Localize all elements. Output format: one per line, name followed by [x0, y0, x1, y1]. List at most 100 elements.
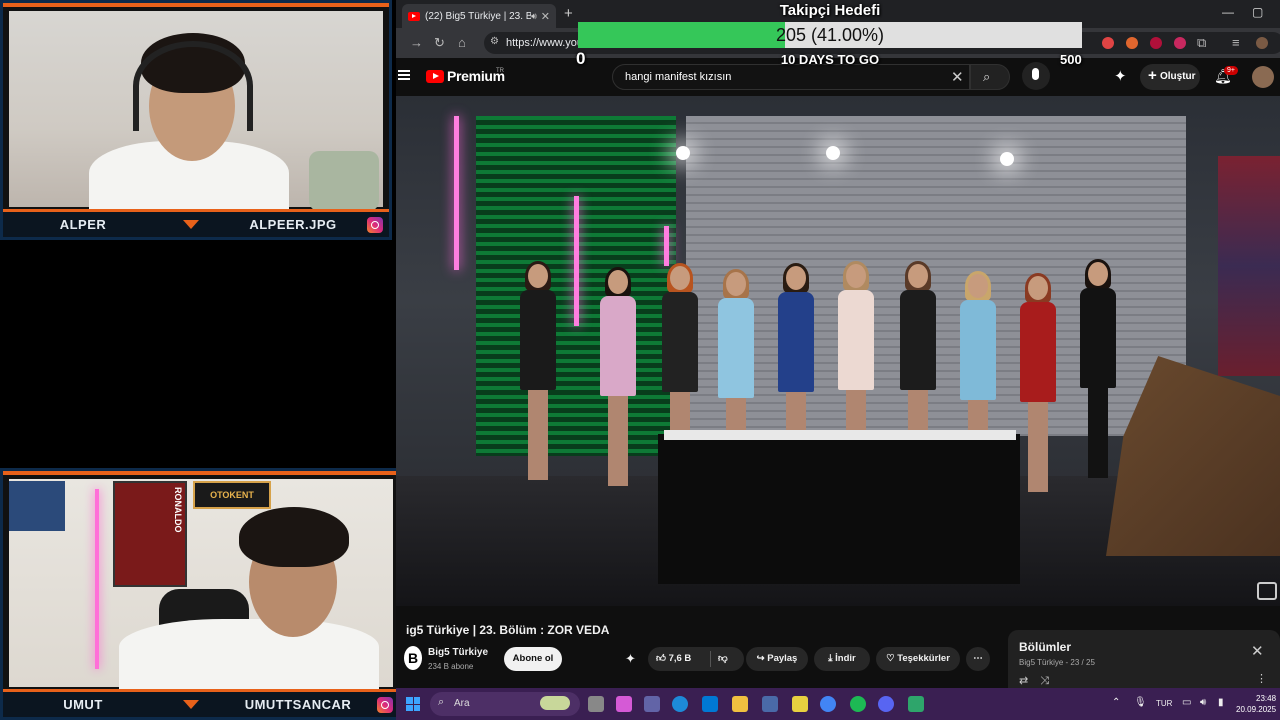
- scene-spotlight: [676, 146, 690, 160]
- forward-icon[interactable]: →: [410, 35, 423, 50]
- scene-spotlight: [826, 146, 840, 160]
- youtube-favicon-icon: [408, 11, 420, 21]
- create-label: Oluştur: [1160, 71, 1196, 82]
- led-strip: [95, 489, 99, 669]
- channel-subscribers: 234 B abone: [428, 662, 474, 671]
- tab-youtube[interactable]: (22) Big5 Türkiye | 23. Bölüm 🔊︎ ✕: [402, 4, 556, 28]
- webcam-bottom-namebar: UMUT UMUTTSANCAR: [3, 689, 399, 717]
- battery-icon[interactable]: ▮: [1218, 697, 1224, 708]
- site-info-icon[interactable]: ⚙: [490, 36, 499, 47]
- windows-taskbar: ⌕ Ara ⌃ 🎙︎ TUR ▭ 🔊︎ ▮ 23:48 20.09.2025: [396, 688, 1280, 720]
- account-avatar[interactable]: [1252, 66, 1274, 88]
- search-icon: ⌕: [983, 69, 991, 84]
- discord-icon[interactable]: [878, 696, 894, 712]
- streamer-handle: UMUTTSANCAR: [244, 697, 352, 712]
- speaker-icon[interactable]: 🔊︎: [531, 11, 537, 22]
- copilot-icon[interactable]: [616, 696, 632, 712]
- clock-date: 20.09.2025: [1236, 705, 1277, 714]
- volume-icon[interactable]: 🔊︎: [1200, 697, 1206, 708]
- ronaldo-poster: RONALDO: [113, 481, 187, 587]
- search-button[interactable]: ⌕: [970, 64, 1010, 90]
- maximize-icon[interactable]: ▢: [1252, 5, 1263, 19]
- menu-list-icon[interactable]: ≡: [1232, 35, 1240, 50]
- goal-progress-text: 205 (41.00%): [775, 25, 885, 45]
- streamer-hair: [239, 507, 349, 567]
- poster-text: RONALDO: [173, 487, 183, 533]
- extension-icon[interactable]: [1126, 37, 1138, 49]
- extension-icon[interactable]: [1102, 37, 1114, 49]
- search-input[interactable]: hangi manifest kızısın: [612, 64, 970, 90]
- profile-avatar[interactable]: [1256, 37, 1268, 49]
- thanks-button[interactable]: ♡ Teşekkürler: [876, 647, 960, 671]
- network-icon[interactable]: ▭: [1182, 697, 1191, 708]
- chrome-icon[interactable]: [820, 696, 836, 712]
- thumbs-up-icon: 👍︎: [656, 653, 666, 664]
- webcam-top-namebar: ALPER ALPEER.JPG: [3, 209, 389, 237]
- download-button[interactable]: ⤓ İndir: [814, 647, 870, 671]
- search-icon: ⌕: [438, 696, 445, 708]
- app-icon[interactable]: [762, 696, 778, 712]
- scene-neon-light: [454, 116, 459, 270]
- app-icon[interactable]: [908, 696, 924, 712]
- file-explorer-icon[interactable]: [732, 696, 748, 712]
- taskbar-search[interactable]: ⌕ Ara: [430, 692, 580, 716]
- streamer-name: UMUT: [63, 697, 103, 712]
- minimize-icon[interactable]: —: [1222, 5, 1234, 19]
- reload-icon[interactable]: ↻: [434, 35, 445, 51]
- extension-icon[interactable]: [1150, 37, 1162, 49]
- channel-name[interactable]: Big5 Türkiye: [428, 647, 488, 658]
- streamer-handle: ALPEER.JPG: [249, 217, 337, 232]
- wall-poster: [9, 481, 65, 531]
- spotify-icon[interactable]: [850, 696, 866, 712]
- more-actions-button[interactable]: ⋯: [966, 647, 990, 671]
- teams-icon[interactable]: [644, 696, 660, 712]
- language-indicator[interactable]: TUR: [1156, 699, 1172, 708]
- share-button[interactable]: ↪ Paylaş: [746, 647, 808, 671]
- clear-search-icon[interactable]: ✕: [951, 68, 964, 86]
- episodes-panel: Bölümler Big5 Türkiye - 23 / 25 ✕ ⇄⤨ ⋮: [1008, 630, 1280, 688]
- menu-icon[interactable]: [398, 70, 410, 80]
- download-label: İndir: [835, 653, 856, 664]
- youtube-logo-icon[interactable]: [426, 70, 444, 83]
- background-cloth: [309, 151, 379, 211]
- clock[interactable]: 23:48 20.09.2025: [1236, 693, 1276, 715]
- home-icon[interactable]: ⌂: [458, 35, 466, 50]
- outlook-icon[interactable]: [702, 696, 718, 712]
- arrow-down-icon: [183, 220, 199, 229]
- webcam-top-accent: [3, 3, 389, 7]
- sparkle-icon[interactable]: ✦: [625, 651, 636, 667]
- dislike-button[interactable]: 👎︎: [718, 647, 728, 671]
- microphone-icon: [1032, 68, 1039, 80]
- tab-title: (22) Big5 Türkiye | 23. Bölüm: [425, 10, 532, 22]
- like-button[interactable]: 👍︎ 7,6 B: [656, 647, 691, 671]
- close-tab-icon[interactable]: ✕: [541, 10, 550, 23]
- streamer-name: ALPER: [59, 217, 107, 232]
- miniplayer-icon[interactable]: [1257, 582, 1277, 600]
- more-vert-icon[interactable]: ⋮: [1256, 672, 1267, 685]
- subscribe-button[interactable]: Abone ol: [504, 647, 562, 671]
- webcam-bottom-feed: RONALDO OTOKENT: [9, 479, 393, 689]
- app-icon[interactable]: [792, 696, 808, 712]
- create-button[interactable]: + Oluştur: [1140, 64, 1200, 90]
- instagram-icon: [367, 216, 383, 233]
- taskbar-search-placeholder: Ara: [454, 698, 470, 709]
- sparkle-icon[interactable]: ✦: [1114, 67, 1127, 85]
- new-tab-button[interactable]: +: [564, 5, 573, 22]
- episodes-title: Bölümler: [1019, 640, 1072, 654]
- edge-icon[interactable]: [672, 696, 688, 712]
- video-player[interactable]: [396, 96, 1280, 606]
- scene-neon-light: [574, 196, 579, 326]
- channel-avatar[interactable]: B: [404, 646, 422, 670]
- task-view-icon[interactable]: [588, 696, 604, 712]
- thanks-icon: ♡: [886, 653, 895, 664]
- share-label: Paylaş: [767, 653, 798, 664]
- microphone-tray-icon[interactable]: 🎙︎: [1134, 697, 1147, 708]
- chevron-up-icon[interactable]: ⌃: [1112, 697, 1120, 708]
- extension-icon[interactable]: [1174, 37, 1186, 49]
- scene-neon-light: [664, 226, 669, 266]
- extensions-puzzle-icon[interactable]: ⧉: [1197, 35, 1206, 51]
- instagram-icon: [377, 696, 393, 713]
- close-icon[interactable]: ✕: [1251, 642, 1264, 660]
- loop-shuffle-icons[interactable]: ⇄⤨: [1019, 674, 1061, 688]
- windows-start-icon[interactable]: [406, 697, 420, 711]
